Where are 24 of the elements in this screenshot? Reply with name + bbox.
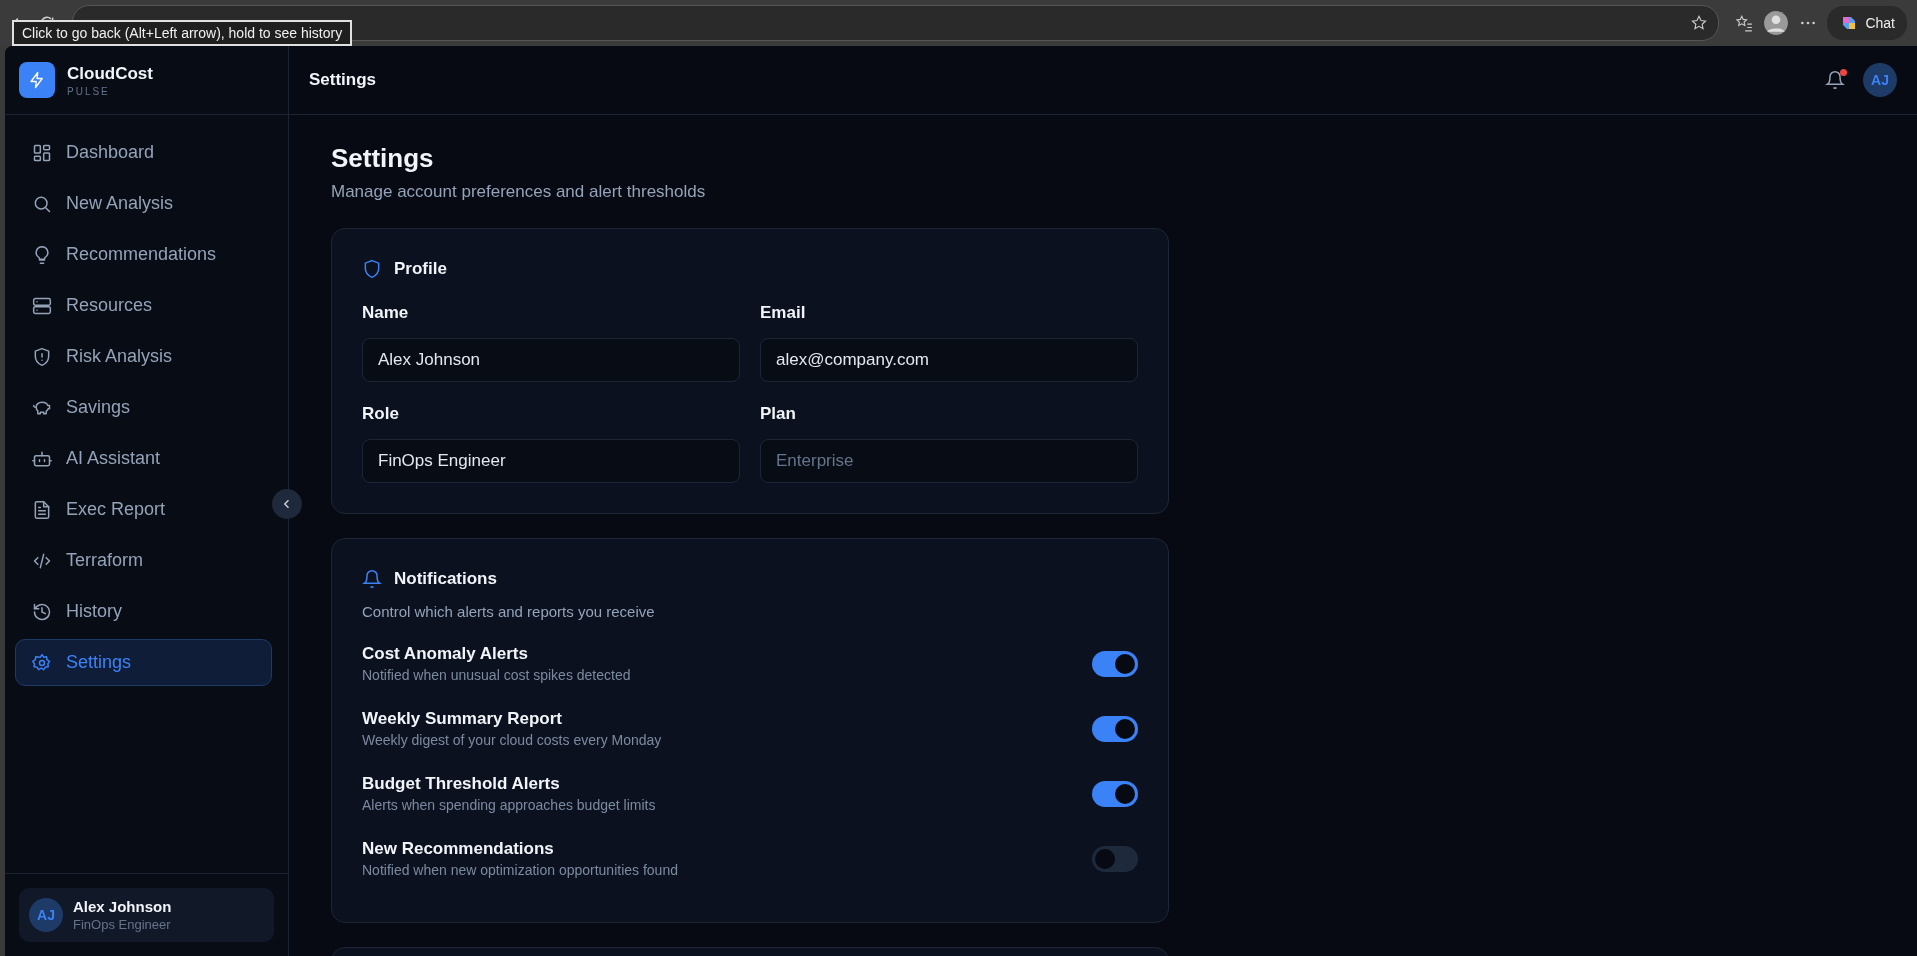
setting-title: Budget Threshold Alerts: [362, 774, 561, 794]
user-name: Alex Johnson: [73, 898, 172, 915]
card-title: Profile: [394, 259, 447, 279]
brand-tagline: PULSE: [67, 85, 111, 97]
setting-title: Cost Anomaly Alerts: [362, 644, 529, 664]
setting-description: Alerts when spending approaches budget limits: [362, 797, 656, 813]
setting-description: Notified when unusual cost spikes detected: [362, 667, 631, 683]
page-title: Settings: [331, 143, 435, 174]
header-title: Settings: [309, 70, 377, 90]
field-label: Plan: [760, 404, 797, 424]
tooltip: Click to go back (Alt+Left arrow), hold to see history: [12, 20, 353, 46]
setting-description: Weekly digest of your cloud costs every Monday: [362, 732, 662, 748]
field-label: Email: [760, 303, 807, 323]
page-subtitle: Manage account preferences and alert thresholds: [331, 182, 707, 202]
user-avatar: AJ: [29, 898, 63, 932]
user-role: FinOps Engineer: [73, 917, 172, 932]
setting-title: Weekly Summary Report: [362, 709, 563, 729]
setting-description: Notified when new optimization opportunities found: [362, 862, 678, 878]
field-label: Name: [362, 303, 410, 323]
card-title: Notifications: [394, 569, 497, 589]
brand-name: CloudCost: [67, 63, 153, 84]
card-subtitle: Control which alerts and reports you receive: [362, 603, 656, 620]
setting-title: New Recommendations: [362, 839, 555, 859]
field-label: Role: [362, 404, 400, 424]
